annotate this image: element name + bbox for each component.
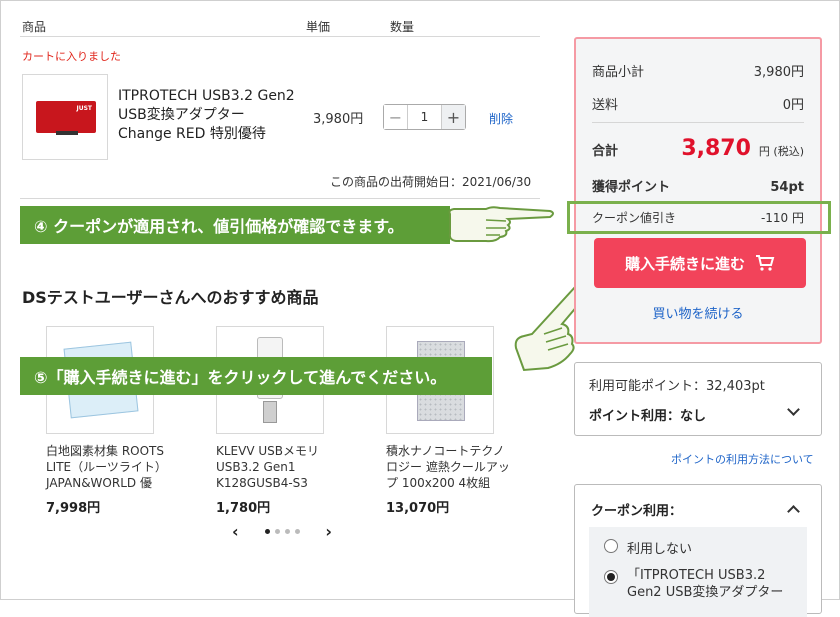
checkout-button-label: 購入手続きに進む — [624, 254, 745, 273]
shipping-label: 送料 — [592, 98, 619, 113]
quantity-plus-button[interactable]: + — [441, 105, 465, 129]
total-label: 合計 — [592, 144, 619, 159]
added-to-cart-message: カートに入りました — [22, 50, 121, 63]
chevron-left-icon[interactable]: ‹ — [232, 522, 239, 541]
order-summary: 商品小計 3,980円 送料 0円 合計 3,870 円 (税込) 獲得ポイント … — [574, 37, 822, 344]
continue-shopping-link[interactable]: 買い物を続ける — [576, 303, 820, 322]
points-usage-select[interactable]: ポイント利用：なし — [589, 405, 706, 424]
quantity-stepper[interactable]: − 1 + — [383, 104, 466, 130]
recommend-name-3[interactable]: 積水ナノコートテクノロジー 遮熱クールアップ 100x200 4枚組 — [386, 443, 516, 491]
pager-dot-3[interactable] — [284, 528, 290, 534]
chevron-up-icon[interactable] — [787, 505, 800, 518]
delete-link[interactable]: 削除 — [489, 110, 513, 127]
recommend-title: DSテストユーザーさんへのおすすめ商品 — [22, 288, 319, 307]
pager-dots — [264, 528, 300, 534]
cart-item-price: 3,980円 — [313, 112, 364, 127]
coupon-options: 利用しない 「ITPROTECH USB3.2 Gen2 USB変換アダプター — [589, 527, 807, 617]
recommend-price-3: 13,070円 — [386, 501, 450, 516]
total-amount: 3,870 円 (税込) — [681, 136, 804, 161]
callout-step5: ⑤「購入手続きに進む」をクリックして進んでください。 — [20, 357, 492, 395]
pointing-hand-right-icon — [448, 206, 554, 243]
coupon-option-none-label[interactable]: 利用しない — [627, 538, 692, 557]
earned-points-label: 獲得ポイント — [592, 180, 671, 195]
shipping-start-date: この商品の出荷開始日：2021/06/30 — [330, 175, 532, 189]
item-divider — [20, 198, 540, 199]
checkout-button[interactable]: 購入手続きに進む — [594, 238, 806, 288]
header-product: 商品 — [22, 20, 47, 34]
usb-connector — [263, 401, 277, 423]
points-panel: 利用可能ポイント：32,403pt ポイント利用：なし — [574, 362, 822, 436]
earned-points-value: 54pt — [770, 180, 804, 195]
cart-item-name[interactable]: ITPROTECH USB3.2 Gen2 USB変換アダプター Change … — [118, 87, 298, 144]
header-unit-price: 単価 — [306, 20, 331, 34]
header-quantity: 数量 — [390, 20, 415, 34]
total-value: 3,870 — [681, 136, 751, 161]
cart-icon — [756, 255, 775, 271]
shipping-row: 送料 0円 — [592, 94, 804, 113]
summary-divider — [592, 122, 804, 123]
subtotal-label: 商品小計 — [592, 65, 645, 80]
header-divider — [20, 36, 540, 37]
points-help-link[interactable]: ポイントの利用方法について — [671, 451, 814, 467]
total-unit: 円 (税込) — [758, 145, 804, 158]
coupon-radio-itprotech[interactable] — [604, 570, 618, 584]
recommend-name-1[interactable]: 白地図素材集 ROOTS LITE（ルーツライト） JAPAN&WORLD 優 — [46, 443, 176, 491]
subtotal-row: 商品小計 3,980円 — [592, 61, 804, 80]
pager-dot-4[interactable] — [294, 528, 300, 534]
recommend-price-1: 7,998円 — [46, 501, 101, 516]
cart-item-image[interactable]: JUST — [22, 74, 108, 160]
recommend-name-2[interactable]: KLEVV USBメモリ USB3.2 Gen1 K128GUSB4-S3 — [216, 443, 346, 491]
pager-dot-2[interactable] — [274, 528, 280, 534]
coupon-radio-none[interactable] — [604, 539, 618, 553]
callout-step4: ④ クーポンが適用され、値引価格が確認できます。 — [20, 206, 450, 244]
total-row: 合計 3,870 円 (税込) — [592, 136, 804, 161]
chevron-right-icon[interactable]: › — [325, 522, 332, 541]
chevron-down-icon[interactable] — [787, 403, 800, 416]
subtotal-value: 3,980円 — [753, 65, 804, 80]
quantity-minus-button[interactable]: − — [384, 105, 408, 129]
earned-points-row: 獲得ポイント 54pt — [592, 176, 804, 195]
coupon-use-title: クーポン利用： — [591, 504, 683, 519]
shipping-value: 0円 — [782, 98, 804, 113]
coupon-highlight-frame — [567, 201, 831, 234]
recommend-price-2: 1,780円 — [216, 501, 271, 516]
available-points: 利用可能ポイント：32,403pt — [589, 379, 765, 394]
pager-dot-1[interactable] — [264, 528, 270, 534]
coupon-option-itprotech-label[interactable]: 「ITPROTECH USB3.2 Gen2 USB変換アダプター — [627, 567, 803, 601]
quantity-value[interactable]: 1 — [408, 105, 441, 129]
recommend-pager: ‹ › — [232, 521, 332, 541]
coupon-use-panel: クーポン利用： 利用しない 「ITPROTECH USB3.2 Gen2 USB… — [574, 484, 822, 617]
usb-adapter-picture: JUST — [36, 101, 96, 135]
